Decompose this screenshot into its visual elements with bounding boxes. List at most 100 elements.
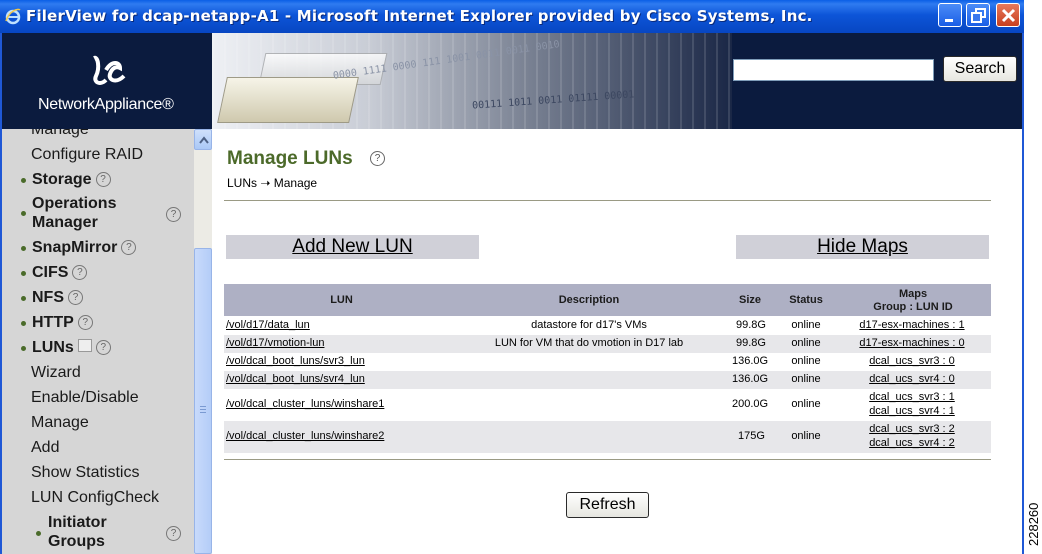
column-header-lun: LUN (330, 294, 353, 306)
chevron-up-icon (199, 136, 209, 144)
close-button[interactable] (996, 3, 1020, 27)
page-title: Manage LUNs (227, 148, 353, 169)
lun-size: 200.0G (732, 398, 769, 410)
sidebar-item-groups[interactable]: Groups (48, 533, 105, 551)
figure-id: 228260 (1026, 502, 1041, 546)
help-icon[interactable]: ? (72, 265, 88, 280)
column-header-maps-subtitle: Group : LUN ID (873, 301, 953, 313)
table-row: /vol/dcal_boot_luns/svr3_lun 136.0G onli… (224, 353, 991, 371)
bullet-icon (21, 321, 26, 326)
sidebar-item-label: CIFS (32, 264, 69, 281)
scroll-up-button[interactable] (194, 129, 212, 150)
sidebar-item-manage-top[interactable]: Manage (31, 129, 89, 139)
minimize-icon (945, 19, 953, 22)
search-input[interactable] (733, 59, 934, 81)
sidebar-item-operations[interactable]: Operations (32, 195, 116, 213)
lun-size: 99.8G (736, 319, 766, 331)
sidebar-item-snapmirror[interactable]: SnapMirror? (32, 239, 137, 257)
help-icon[interactable]: ? (166, 526, 181, 541)
table-row: /vol/d17/data_lun datastore for d17's VM… (224, 317, 991, 335)
lun-map-link[interactable]: dcal_ucs_svr4 : 0 (850, 373, 974, 385)
lun-map-link[interactable]: dcal_ucs_svr4 : 2 (850, 437, 974, 449)
sidebar-item-configure-raid[interactable]: Configure RAID (31, 146, 143, 164)
sidebar-item-initiator[interactable]: Initiator (48, 514, 107, 532)
lun-description: datastore for d17's VMs (531, 319, 647, 331)
maximize-button[interactable] (966, 3, 990, 27)
hide-maps-link[interactable]: Hide Maps (736, 235, 989, 259)
help-icon[interactable]: ? (166, 207, 181, 222)
new-window-icon[interactable] (77, 339, 92, 352)
netapp-logo: NetworkAppliance® (2, 33, 210, 129)
help-icon[interactable]: ? (68, 290, 83, 305)
lun-map-link[interactable]: d17-esx-machines : 1 (850, 319, 974, 331)
sidebar-item-label: HTTP (32, 314, 74, 331)
sidebar-item-enable-disable[interactable]: Enable/Disable (31, 389, 139, 407)
breadcrumb: LUNs ➝ Manage (227, 176, 318, 190)
divider (224, 459, 991, 460)
lun-description: LUN for VM that do vmotion in D17 lab (494, 337, 684, 349)
lun-map-link[interactable]: dcal_ucs_svr3 : 2 (850, 423, 974, 435)
scrollbar-grip-icon (200, 412, 206, 413)
lun-status: online (791, 430, 821, 442)
lun-map-link[interactable]: d17-esx-machines : 0 (850, 337, 974, 349)
sidebar-item-storage[interactable]: Storage? (32, 171, 111, 189)
bullet-icon (36, 531, 41, 536)
lun-status: online (791, 319, 821, 331)
lun-map-link[interactable]: dcal_ucs_svr3 : 1 (850, 391, 974, 403)
sidebar-item-nfs[interactable]: NFS? (32, 289, 83, 307)
lun-status: online (791, 355, 821, 367)
help-icon[interactable]: ? (121, 240, 137, 255)
bullet-icon (21, 246, 26, 251)
column-header-status: Status (789, 294, 823, 306)
search-button[interactable]: Search (943, 56, 1017, 82)
divider (224, 200, 991, 201)
sidebar-item-wizard[interactable]: Wizard (31, 364, 81, 382)
column-header-description: Description (558, 294, 620, 306)
sidebar-item-add[interactable]: Add (31, 439, 59, 457)
sidebar-item-label: Storage (32, 171, 92, 188)
sidebar-item-manage[interactable]: Manage (31, 414, 89, 432)
sidebar-item-luns[interactable]: LUNs? (32, 339, 111, 357)
sidebar-item-label: LUNs (32, 339, 74, 356)
lun-map-link[interactable]: dcal_ucs_svr4 : 1 (850, 405, 974, 417)
window-border-right (1022, 33, 1024, 554)
lun-status: online (791, 373, 821, 385)
help-icon[interactable]: ? (77, 315, 93, 330)
help-icon[interactable]: ? (95, 172, 111, 187)
help-icon[interactable]: ? (370, 151, 385, 166)
lun-table-header: LUN Description Size Status Maps Group :… (224, 284, 991, 316)
lun-path-link[interactable]: /vol/dcal_boot_luns/svr4_lun (226, 373, 365, 385)
scrollbar-grip-icon (200, 406, 206, 407)
sidebar-item-label: SnapMirror (32, 239, 118, 256)
lun-map-link[interactable]: dcal_ucs_svr3 : 0 (850, 355, 974, 367)
help-icon[interactable]: ? (95, 340, 111, 355)
netapp-logo-mark (93, 55, 126, 85)
bullet-icon (21, 346, 26, 351)
table-row: /vol/d17/vmotion-lun LUN for VM that do … (224, 335, 991, 353)
table-row: /vol/dcal_cluster_luns/winshare1 200.0G … (224, 389, 991, 421)
lun-size: 175G (738, 430, 765, 442)
lun-path-link[interactable]: /vol/d17/vmotion-lun (226, 337, 324, 349)
sidebar-item-manager[interactable]: Manager (32, 214, 98, 232)
sidebar: Manage Configure RAID Storage? Operation… (2, 129, 194, 554)
banner-image: 0000 1111 0000 111 1001 0011 0011 0010 0… (212, 33, 732, 129)
add-new-lun-link[interactable]: Add New LUN (226, 235, 479, 259)
minimize-button[interactable] (938, 3, 962, 27)
netapp-logo-text: NetworkAppliance® (38, 96, 174, 113)
sidebar-item-cifs[interactable]: CIFS? (32, 264, 88, 282)
restore-icon (971, 8, 986, 23)
sidebar-item-show-statistics[interactable]: Show Statistics (31, 464, 139, 482)
lun-path-link[interactable]: /vol/dcal_cluster_luns/winshare2 (226, 430, 384, 442)
column-header-maps: Maps (898, 288, 928, 300)
refresh-button[interactable]: Refresh (566, 492, 649, 518)
scrollbar-thumb[interactable] (194, 248, 212, 554)
bullet-icon (21, 296, 26, 301)
lun-path-link[interactable]: /vol/d17/data_lun (226, 319, 310, 331)
bullet-icon (21, 271, 26, 276)
window-title-bar: FilerView for dcap-netapp-A1 - Microsoft… (0, 0, 1024, 33)
lun-path-link[interactable]: /vol/dcal_boot_luns/svr3_lun (226, 355, 365, 367)
sidebar-item-label: NFS (32, 289, 64, 306)
lun-path-link[interactable]: /vol/dcal_cluster_luns/winshare1 (226, 398, 384, 410)
sidebar-item-lun-configcheck[interactable]: LUN ConfigCheck (31, 489, 159, 507)
sidebar-item-http[interactable]: HTTP? (32, 314, 93, 332)
